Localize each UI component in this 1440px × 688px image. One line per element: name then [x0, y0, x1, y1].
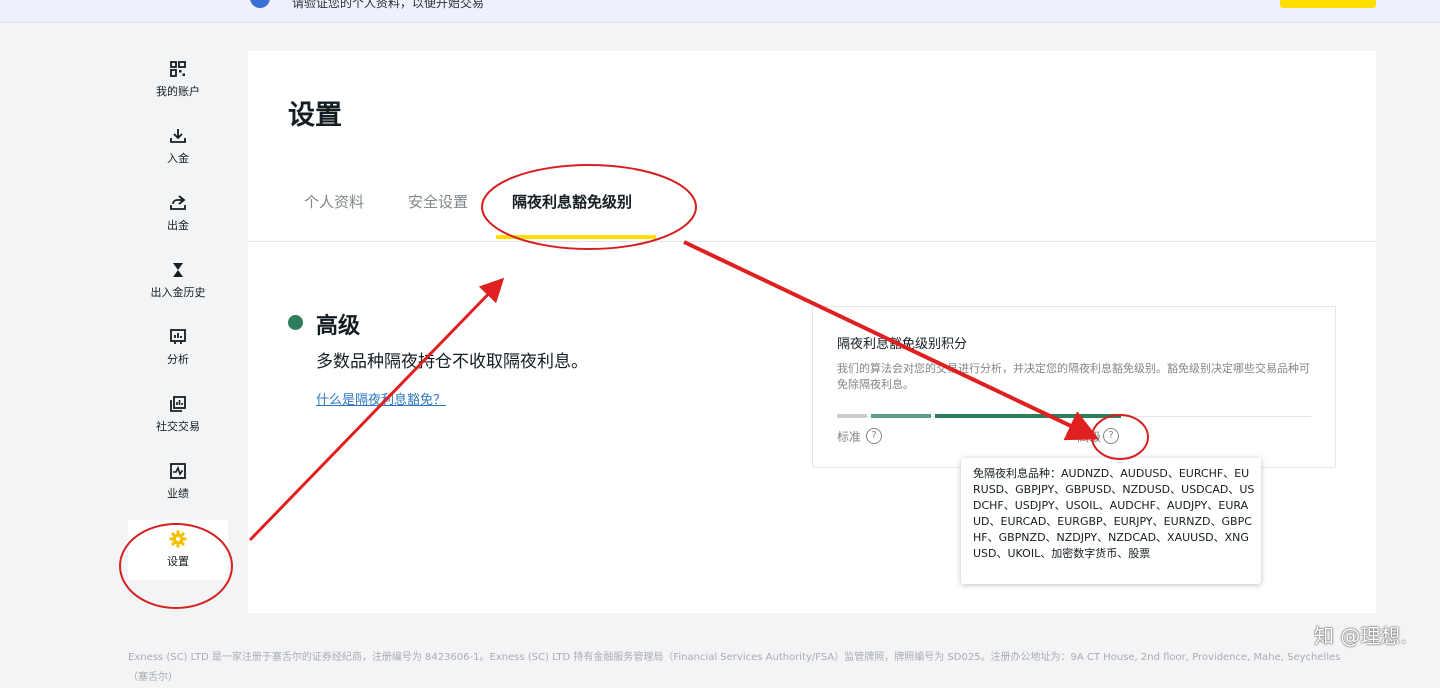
help-icon-standard[interactable]: ? [866, 428, 882, 444]
score-label-standard: 标准 [837, 430, 862, 444]
sidebar-item-label: 业绩 [167, 487, 189, 500]
what-is-swap-free-link[interactable]: 什么是隔夜利息豁免？ [316, 389, 446, 408]
tab-profile[interactable]: 个人资料 [304, 191, 364, 212]
sidebar-item-label: 入金 [167, 152, 189, 165]
swap-level-description: 多数品种隔夜持仓不收取隔夜利息。 [316, 352, 588, 372]
swap-level-name: 高级 [316, 314, 361, 339]
score-segment-advanced [935, 414, 1121, 418]
sidebar-item-label: 设置 [167, 555, 189, 568]
sidebar-item-history[interactable]: 出入金历史 [128, 251, 228, 311]
active-tab-indicator [496, 235, 656, 239]
level-status-dot [288, 315, 303, 330]
tab-security[interactable]: 安全设置 [408, 191, 468, 212]
verify-button[interactable] [1280, 0, 1376, 8]
tooltip-text: 免隔夜利息品种：AUDNZD、AUDUSD、EURCHF、EURUSD、GBPJ… [973, 467, 1255, 560]
performance-icon [170, 463, 186, 479]
sidebar-item-performance[interactable]: 业绩 [128, 452, 228, 512]
sidebar-item-label: 社交交易 [156, 420, 200, 433]
score-description: 我们的算法会对您的交易进行分析，并决定您的隔夜利息豁免级别。豁免级别决定哪些交易… [837, 362, 1310, 391]
score-title: 隔夜利息豁免级别积分 [837, 337, 968, 352]
legal-footer: Exness (SC) LTD 是一家注册于塞舌尔的证券经纪商，注册编号为 84… [128, 652, 1341, 683]
settings-tabs: 个人资料 安全设置 隔夜利息豁免级别 [248, 181, 1376, 242]
tab-swap-free-level[interactable]: 隔夜利息豁免级别 [512, 191, 632, 212]
social-trading-icon [170, 396, 186, 412]
sidebar-item-label: 出入金历史 [150, 286, 206, 299]
sidebar-item-deposit[interactable]: 入金 [128, 117, 228, 177]
gear-icon [169, 530, 187, 548]
score-segment-mid [871, 414, 931, 418]
score-label-advanced: 高级 [1077, 430, 1102, 444]
analytics-icon [170, 329, 186, 344]
sidebar-item-settings[interactable]: 设置 [128, 520, 228, 580]
sidebar-item-my-account[interactable]: 我的账户 [128, 50, 228, 110]
download-icon [170, 129, 186, 143]
sidebar-item-label: 我的账户 [156, 85, 200, 98]
banner-text: 请验证您的个人资料，以便开始交易 [292, 0, 485, 10]
grid-icon [170, 61, 186, 77]
upload-icon [170, 195, 186, 210]
sidebar-item-social-trading[interactable]: 社交交易 [128, 385, 228, 445]
sidebar-item-analytics[interactable]: 分析 [128, 318, 228, 378]
sidebar-item-withdrawal[interactable]: 出金 [128, 184, 228, 244]
sidebar-item-label: 分析 [167, 353, 189, 366]
help-icon-advanced[interactable]: ? [1103, 428, 1119, 444]
info-icon [250, 0, 270, 8]
page-title: 设置 [288, 100, 342, 131]
score-segment-standard [837, 414, 867, 418]
watermark: 知 @理想. [1314, 624, 1407, 648]
swap-score-panel: 隔夜利息豁免级别积分 我们的算法会对您的交易进行分析，并决定您的隔夜利息豁免级别… [812, 306, 1336, 468]
swap-free-instruments-tooltip: 免隔夜利息品种：AUDNZD、AUDUSD、EURCHF、EURUSD、GBPJ… [961, 458, 1261, 584]
verification-banner: 请验证您的个人资料，以便开始交易 [0, 0, 1440, 23]
sidebar-item-label: 出金 [167, 219, 189, 232]
hourglass-icon [173, 263, 183, 277]
